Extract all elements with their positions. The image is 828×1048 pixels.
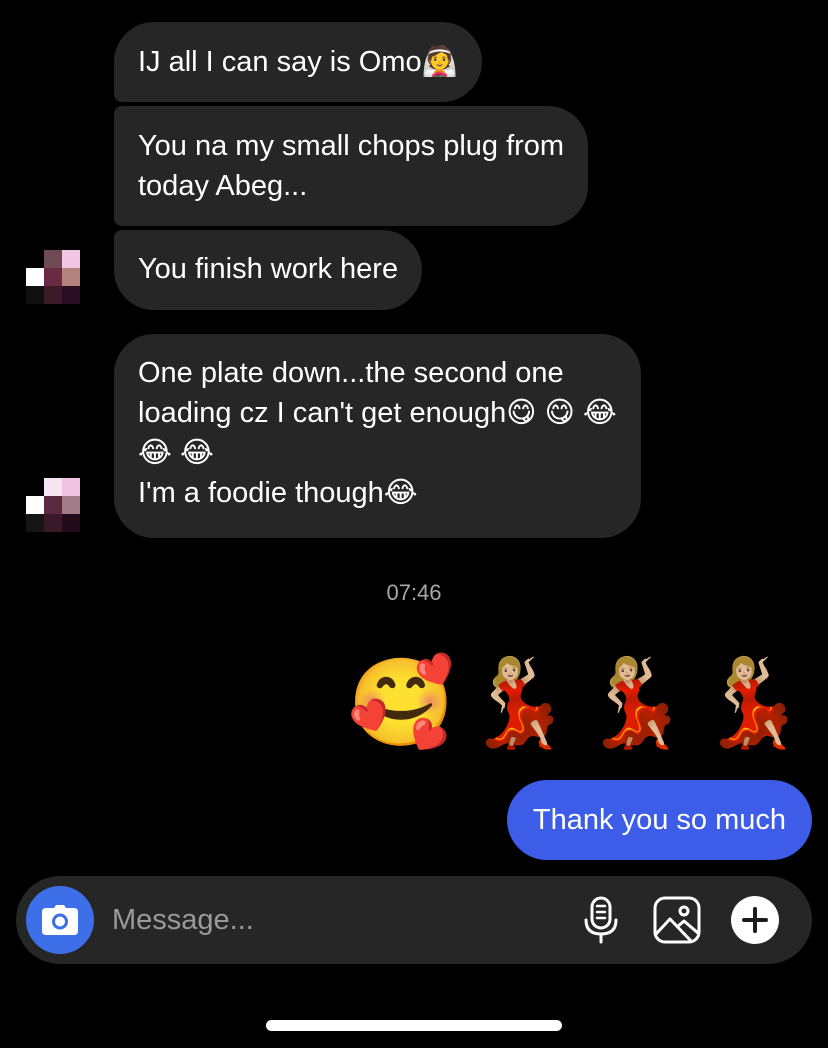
dancer-emoji: 💃🏼 [581, 655, 689, 751]
microphone-icon [584, 896, 618, 944]
outgoing-emoji-message[interactable]: 🥰 💃🏼 💃🏼 💃🏼 [348, 648, 806, 758]
incoming-message[interactable]: One plate down...the second one loading … [114, 334, 641, 538]
more-options-button[interactable] [730, 895, 780, 945]
dancer-emoji: 💃🏼 [698, 655, 806, 751]
sender-avatar[interactable] [26, 250, 80, 304]
plus-icon [731, 896, 779, 944]
gallery-button[interactable] [652, 895, 702, 945]
message-composer [16, 876, 812, 964]
incoming-message[interactable]: You na my small chops plug from today Ab… [114, 106, 589, 226]
incoming-message[interactable]: You finish work here [114, 230, 423, 310]
microphone-button[interactable] [576, 895, 626, 945]
message-input[interactable] [112, 896, 552, 944]
home-indicator[interactable] [266, 1020, 562, 1031]
gallery-icon [653, 896, 701, 944]
dancer-emoji: 💃🏼 [464, 655, 572, 751]
sender-avatar[interactable] [26, 478, 80, 532]
message-timestamp: 07:46 [386, 580, 442, 605]
camera-button[interactable] [26, 886, 94, 954]
camera-icon [42, 905, 78, 935]
outgoing-message[interactable]: Thank you so much [506, 780, 812, 860]
incoming-message[interactable]: IJ all I can say is Omo👰 [114, 22, 482, 102]
smiling-face-with-hearts-emoji: 🥰 [347, 655, 455, 751]
